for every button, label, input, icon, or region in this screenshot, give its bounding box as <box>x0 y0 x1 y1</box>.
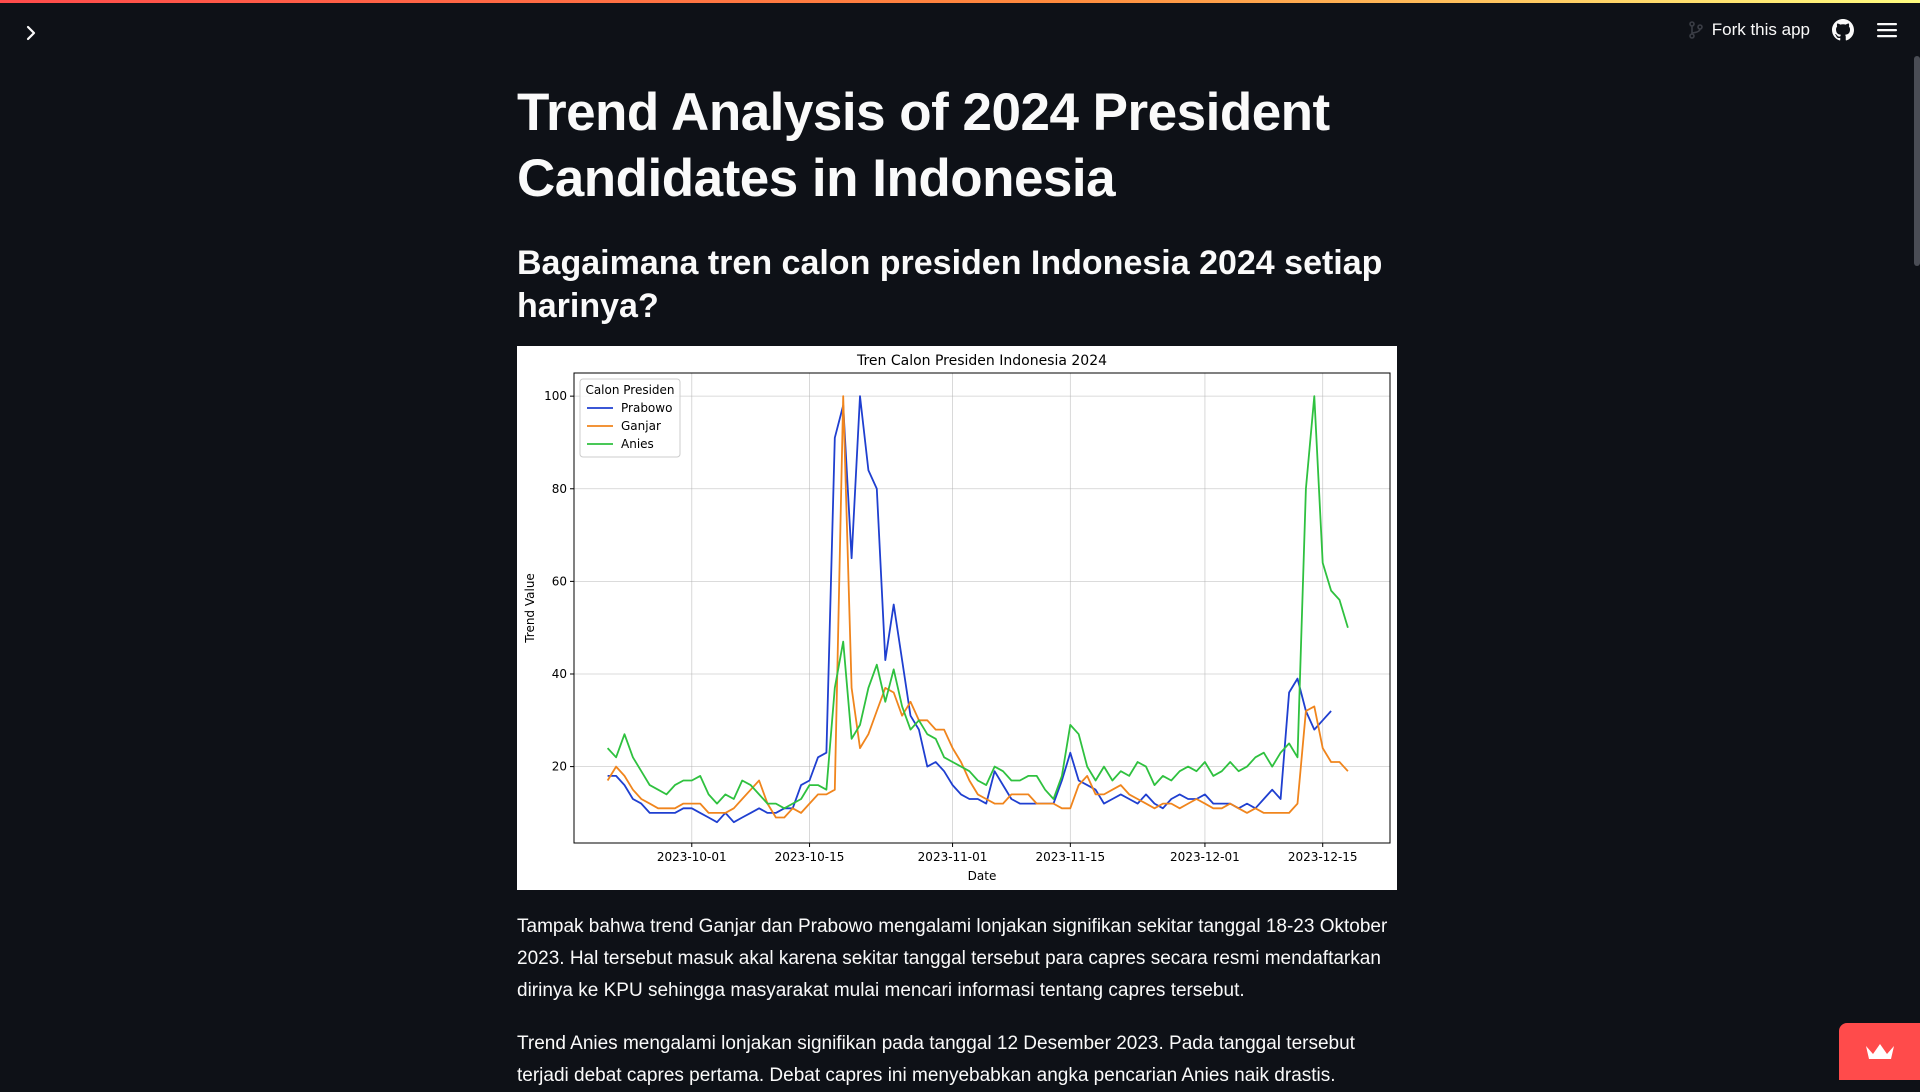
hamburger-menu-icon <box>1877 23 1897 38</box>
y-tick-label: 100 <box>544 389 567 403</box>
page-scrollbar[interactable] <box>1914 56 1920 266</box>
chevron-right-icon <box>26 25 36 41</box>
fork-icon <box>1688 21 1703 39</box>
legend-title: Calon Presiden <box>585 383 674 397</box>
github-button[interactable] <box>1832 19 1854 41</box>
series-line-prabowo <box>607 395 1332 824</box>
sidebar-toggle-button[interactable] <box>18 20 44 46</box>
x-tick-label: 2023-11-15 <box>1035 850 1105 864</box>
y-tick-label: 60 <box>552 574 567 588</box>
page-title: Trend Analysis of 2024 President Candida… <box>517 83 1330 208</box>
trend-chart: 2023-10-01 2023-10-15 2023-11-01 2023-11-15… <box>517 346 1397 890</box>
x-axis-label: Date <box>968 869 997 883</box>
app-toolbar: Fork this app <box>1688 12 1920 48</box>
analysis-paragraph-1: Tampak bahwa trend Ganjar dan Prabowo me… <box>517 916 1388 1001</box>
y-tick-label: 40 <box>552 667 567 681</box>
legend-label-prabowo: Prabowo <box>621 401 672 415</box>
crown-icon <box>1865 1043 1894 1059</box>
y-tick-label: 80 <box>552 482 567 496</box>
fork-app-button[interactable]: Fork this app <box>1688 20 1810 40</box>
x-tick-label: 2023-12-01 <box>1170 850 1240 864</box>
main-menu-button[interactable] <box>1876 21 1898 39</box>
chart-title: Tren Calon Presiden Indonesia 2024 <box>856 353 1107 369</box>
y-axis-label: Trend Value <box>523 573 537 644</box>
x-tick-label: 2023-10-15 <box>775 850 845 864</box>
legend-label-ganjar: Ganjar <box>621 419 661 433</box>
top-decoration-bar <box>0 0 1920 3</box>
github-icon <box>1832 19 1854 41</box>
plot-frame <box>573 372 1391 844</box>
legend-label-anies: Anies <box>621 437 654 451</box>
analysis-paragraph-2: Trend Anies mengalami lonjakan signifika… <box>517 1033 1355 1086</box>
fork-app-label: Fork this app <box>1711 20 1810 39</box>
x-tick-label: 2023-12-15 <box>1288 850 1358 864</box>
y-tick-label: 20 <box>552 760 567 774</box>
section-subtitle: Bagaimana tren calon presiden Indonesia … <box>517 244 1383 325</box>
trend-chart-svg: 2023-10-01 2023-10-15 2023-11-01 2023-11-15… <box>523 353 1391 883</box>
streamlit-badge-button[interactable] <box>1839 1023 1920 1080</box>
series-line-anies <box>606 395 1349 810</box>
series-line-ganjar <box>606 395 1349 819</box>
x-tick-label: 2023-11-01 <box>918 850 988 864</box>
x-tick-label: 2023-10-01 <box>657 850 727 864</box>
